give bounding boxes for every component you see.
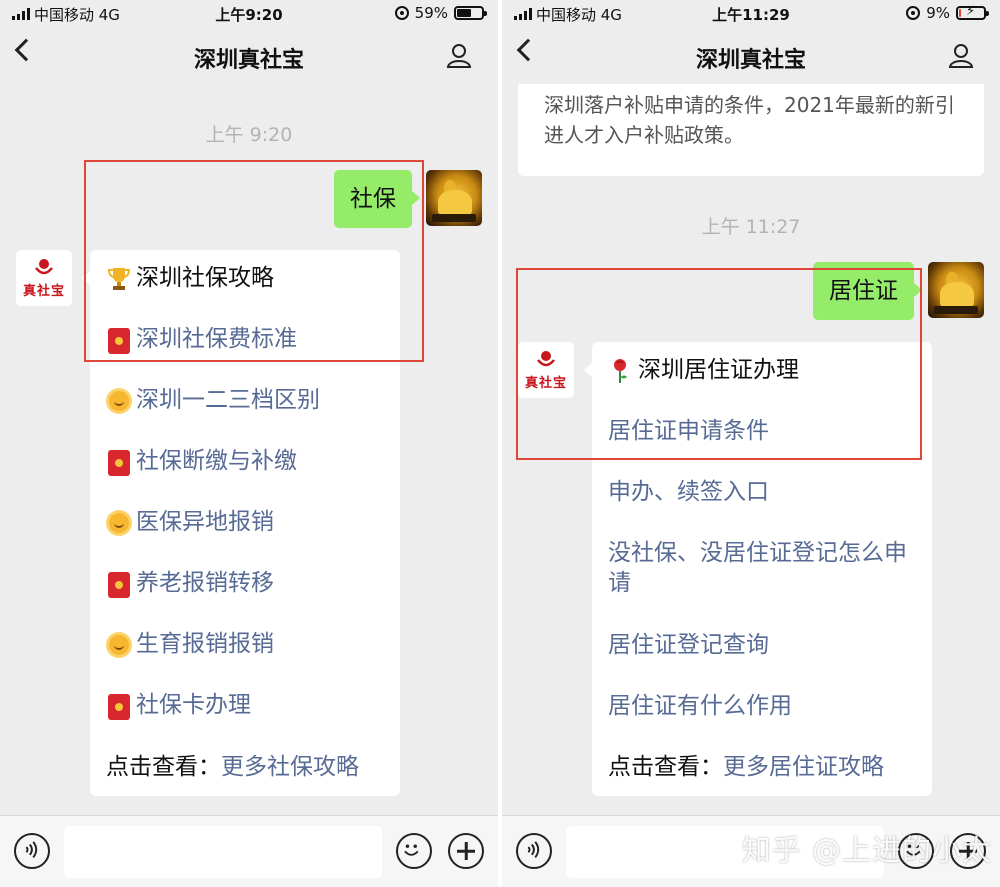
footer-prefix: 点击查看： (106, 754, 221, 780)
footer-prefix: 点击查看： (608, 754, 723, 780)
profile-icon[interactable] (446, 42, 472, 68)
sun-icon (106, 631, 132, 659)
charging-icon: ⚡ (966, 4, 976, 19)
brand-emblem-icon (35, 259, 53, 275)
menu-item[interactable]: 居住证有什么作用 (608, 691, 922, 721)
chat-title: 深圳真社宝 (695, 48, 806, 73)
card-footer: 点击查看： 更多居住证攻略 (608, 752, 922, 782)
user-avatar[interactable] (928, 262, 984, 318)
previous-message-card[interactable]: 深圳落户补贴申请的条件，2021年最新的新引进人才入户补贴政策。 (518, 84, 984, 176)
message-timestamp: 上午 11:27 (701, 216, 801, 238)
menu-item[interactable]: 社保卡办理 (106, 690, 390, 720)
menu-item-label[interactable]: 居住证有什么作用 (608, 691, 922, 721)
sun-icon (106, 387, 132, 415)
highlight-box (516, 268, 922, 460)
red-envelope-icon (108, 694, 130, 720)
status-bar: 中国移动 4G 上午9:20 59% (0, 0, 498, 28)
account-avatar[interactable]: 真社宝 (16, 250, 72, 306)
menu-item-label[interactable]: 医保异地报销 (136, 507, 390, 537)
menu-item[interactable]: 居住证登记查询 (608, 630, 922, 660)
menu-item[interactable]: 医保异地报销 (106, 507, 390, 537)
chat-input-bar (0, 815, 498, 887)
status-bar: 中国移动 4G 上午11:29 9% ⚡ (502, 0, 1000, 28)
right-screenshot: 中国移动 4G 上午11:29 9% ⚡ 深圳真社宝 深圳落户补贴申请的条件，2… (502, 0, 1000, 887)
menu-item[interactable]: 生育报销报销 (106, 629, 390, 659)
battery-percent: 9% (926, 4, 950, 22)
rotation-lock-icon (906, 6, 921, 20)
menu-item[interactable]: 养老报销转移 (106, 568, 390, 598)
chat-nav-bar: 深圳真社宝 (0, 28, 498, 84)
profile-icon[interactable] (948, 42, 974, 68)
menu-item-label[interactable]: 居住证登记查询 (608, 630, 922, 660)
plus-icon[interactable] (448, 833, 484, 869)
red-envelope-icon (108, 450, 130, 476)
menu-item-label[interactable]: 没社保、没居住证登记怎么申请 (608, 538, 922, 598)
menu-item-label[interactable]: 申办、续签入口 (608, 477, 922, 507)
menu-item-label[interactable]: 深圳一二三档区别 (136, 385, 390, 415)
battery-icon: ⚡ (956, 4, 989, 20)
chat-title: 深圳真社宝 (193, 48, 304, 73)
user-avatar[interactable] (426, 170, 482, 226)
left-screenshot: 中国移动 4G 上午9:20 59% 深圳真社宝 上午 9:20 社保 真社宝 (0, 0, 498, 887)
menu-item[interactable]: 没社保、没居住证登记怎么申请 (608, 538, 922, 598)
rotation-lock-icon (394, 6, 409, 20)
more-link[interactable]: 更多居住证攻略 (723, 752, 884, 782)
brand-name: 真社宝 (22, 284, 65, 299)
menu-item-label[interactable]: 生育报销报销 (136, 629, 390, 659)
menu-item-label[interactable]: 社保断缴与补缴 (136, 446, 390, 476)
menu-item[interactable]: 申办、续签入口 (608, 477, 922, 507)
message-input[interactable] (64, 826, 382, 878)
more-link[interactable]: 更多社保攻略 (221, 752, 359, 782)
voice-icon[interactable] (516, 833, 552, 869)
menu-item[interactable]: 社保断缴与补缴 (106, 446, 390, 476)
sun-icon (106, 509, 132, 537)
chat-nav-bar: 深圳真社宝 (502, 28, 1000, 84)
menu-item-label[interactable]: 养老报销转移 (136, 568, 390, 598)
highlight-box (84, 160, 424, 362)
message-timestamp: 上午 9:20 (205, 124, 293, 146)
battery-icon (454, 6, 487, 20)
emoji-icon[interactable] (396, 833, 432, 869)
menu-item[interactable]: 深圳一二三档区别 (106, 385, 390, 415)
watermark: 知乎 @上进的小太 (741, 833, 992, 867)
voice-icon[interactable] (14, 833, 50, 869)
red-envelope-icon (108, 572, 130, 598)
menu-item-label[interactable]: 社保卡办理 (136, 690, 390, 720)
card-footer: 点击查看： 更多社保攻略 (106, 752, 390, 782)
battery-percent: 59% (414, 4, 448, 22)
previous-message-text: 深圳落户补贴申请的条件，2021年最新的新引进人才入户补贴政策。 (544, 93, 955, 147)
